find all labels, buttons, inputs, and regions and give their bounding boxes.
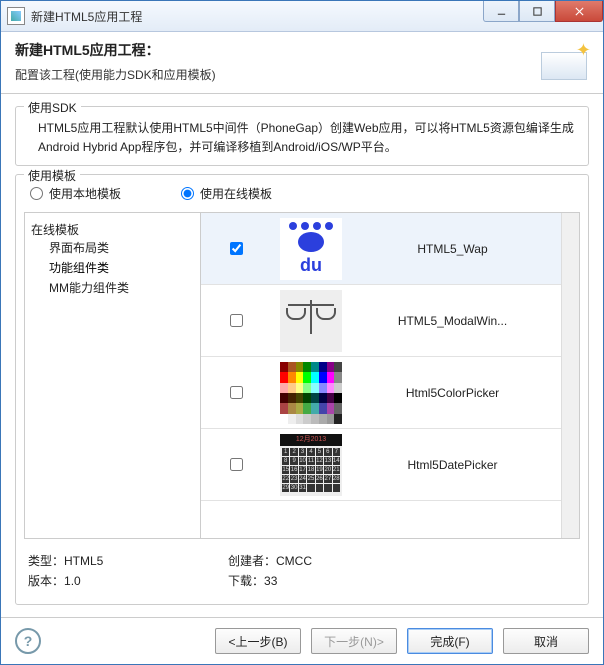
template-row[interactable]: Html5ColorPicker — [201, 357, 579, 429]
template-body: 在线模板 界面布局类 功能组件类 MM能力组件类 du — [24, 212, 580, 539]
template-row[interactable]: du HTML5_Wap — [201, 213, 579, 285]
close-button[interactable] — [555, 1, 603, 22]
page-title: 新建HTML5应用工程： — [15, 40, 533, 60]
template-meta: 类型：HTML5 创建者：CMCC 版本：1.0 下载：33 — [24, 539, 580, 596]
tree-item-mm[interactable]: MM能力组件类 — [49, 278, 194, 298]
template-checkbox[interactable] — [230, 458, 243, 471]
meta-creator-label: 创建者： — [228, 554, 276, 568]
sdk-description: HTML5应用工程默认使用HTML5中间件（PhoneGap）创建Web应用，可… — [38, 119, 580, 157]
window-title: 新建HTML5应用工程 — [31, 8, 483, 25]
finish-button[interactable]: 完成(F) — [407, 628, 493, 654]
scrollbar-thumb[interactable] — [562, 215, 577, 251]
category-tree[interactable]: 在线模板 界面布局类 功能组件类 MM能力组件类 — [25, 213, 201, 538]
help-button[interactable]: ? — [15, 628, 41, 654]
template-checkbox[interactable] — [230, 242, 243, 255]
template-source-radios: 使用本地模板 使用在线模板 — [24, 183, 580, 204]
meta-creator-value: CMCC — [276, 554, 312, 568]
radio-local-input[interactable] — [30, 187, 43, 200]
minimize-button[interactable] — [483, 1, 519, 22]
tree-root[interactable]: 在线模板 — [31, 221, 194, 238]
app-icon — [7, 7, 25, 25]
wizard-footer: ? <上一步(B) 下一步(N)> 完成(F) 取消 — [1, 617, 603, 664]
radio-local-label: 使用本地模板 — [49, 185, 121, 202]
meta-type-value: HTML5 — [64, 554, 103, 568]
back-button[interactable]: <上一步(B) — [215, 628, 301, 654]
tree-item-layout[interactable]: 界面布局类 — [49, 238, 194, 258]
tree-item-components[interactable]: 功能组件类 — [49, 258, 194, 278]
radio-local-template[interactable]: 使用本地模板 — [30, 185, 121, 202]
radio-online-template[interactable]: 使用在线模板 — [181, 185, 272, 202]
template-thumb-date: 12月2013123456789101112131415161718192021… — [271, 433, 351, 497]
titlebar[interactable]: 新建HTML5应用工程 — [1, 1, 603, 32]
template-thumb-color — [271, 361, 351, 425]
template-row[interactable]: 12月2013123456789101112131415161718192021… — [201, 429, 579, 501]
template-row[interactable]: HTML5_ModalWin... — [201, 285, 579, 357]
page-subtitle: 配置该工程(使用能力SDK和应用模板) — [15, 66, 533, 83]
wizard-header: 新建HTML5应用工程： 配置该工程(使用能力SDK和应用模板) ✦ — [1, 32, 603, 94]
template-list: du HTML5_Wap HTML5_ModalWin... — [201, 213, 579, 538]
template-name: Html5ColorPicker — [351, 386, 562, 400]
window-buttons — [483, 1, 603, 31]
template-name: Html5DatePicker — [351, 458, 562, 472]
template-group-label: 使用模板 — [24, 167, 80, 184]
template-group: 使用模板 使用本地模板 使用在线模板 在线模板 界面布局类 功能组件类 MM能力… — [15, 174, 589, 605]
wizard-icon: ✦ — [533, 42, 589, 82]
template-thumb-modal — [271, 289, 351, 353]
meta-downloads-label: 下载： — [228, 574, 264, 588]
meta-version-value: 1.0 — [64, 574, 81, 588]
template-checkbox[interactable] — [230, 386, 243, 399]
sdk-group: 使用SDK HTML5应用工程默认使用HTML5中间件（PhoneGap）创建W… — [15, 106, 589, 166]
next-button: 下一步(N)> — [311, 628, 397, 654]
dialog-window: 新建HTML5应用工程 新建HTML5应用工程： 配置该工程(使用能力SDK和应… — [0, 0, 604, 665]
template-thumb-wap: du — [271, 217, 351, 281]
radio-online-label: 使用在线模板 — [200, 185, 272, 202]
maximize-button[interactable] — [519, 1, 555, 22]
sdk-group-label: 使用SDK — [24, 99, 81, 116]
meta-downloads-value: 33 — [264, 574, 277, 588]
radio-online-input[interactable] — [181, 187, 194, 200]
template-name: HTML5_Wap — [351, 242, 562, 256]
template-name: HTML5_ModalWin... — [351, 314, 562, 328]
template-checkbox[interactable] — [230, 314, 243, 327]
meta-type-label: 类型： — [28, 554, 64, 568]
meta-version-label: 版本： — [28, 574, 64, 588]
cancel-button[interactable]: 取消 — [503, 628, 589, 654]
